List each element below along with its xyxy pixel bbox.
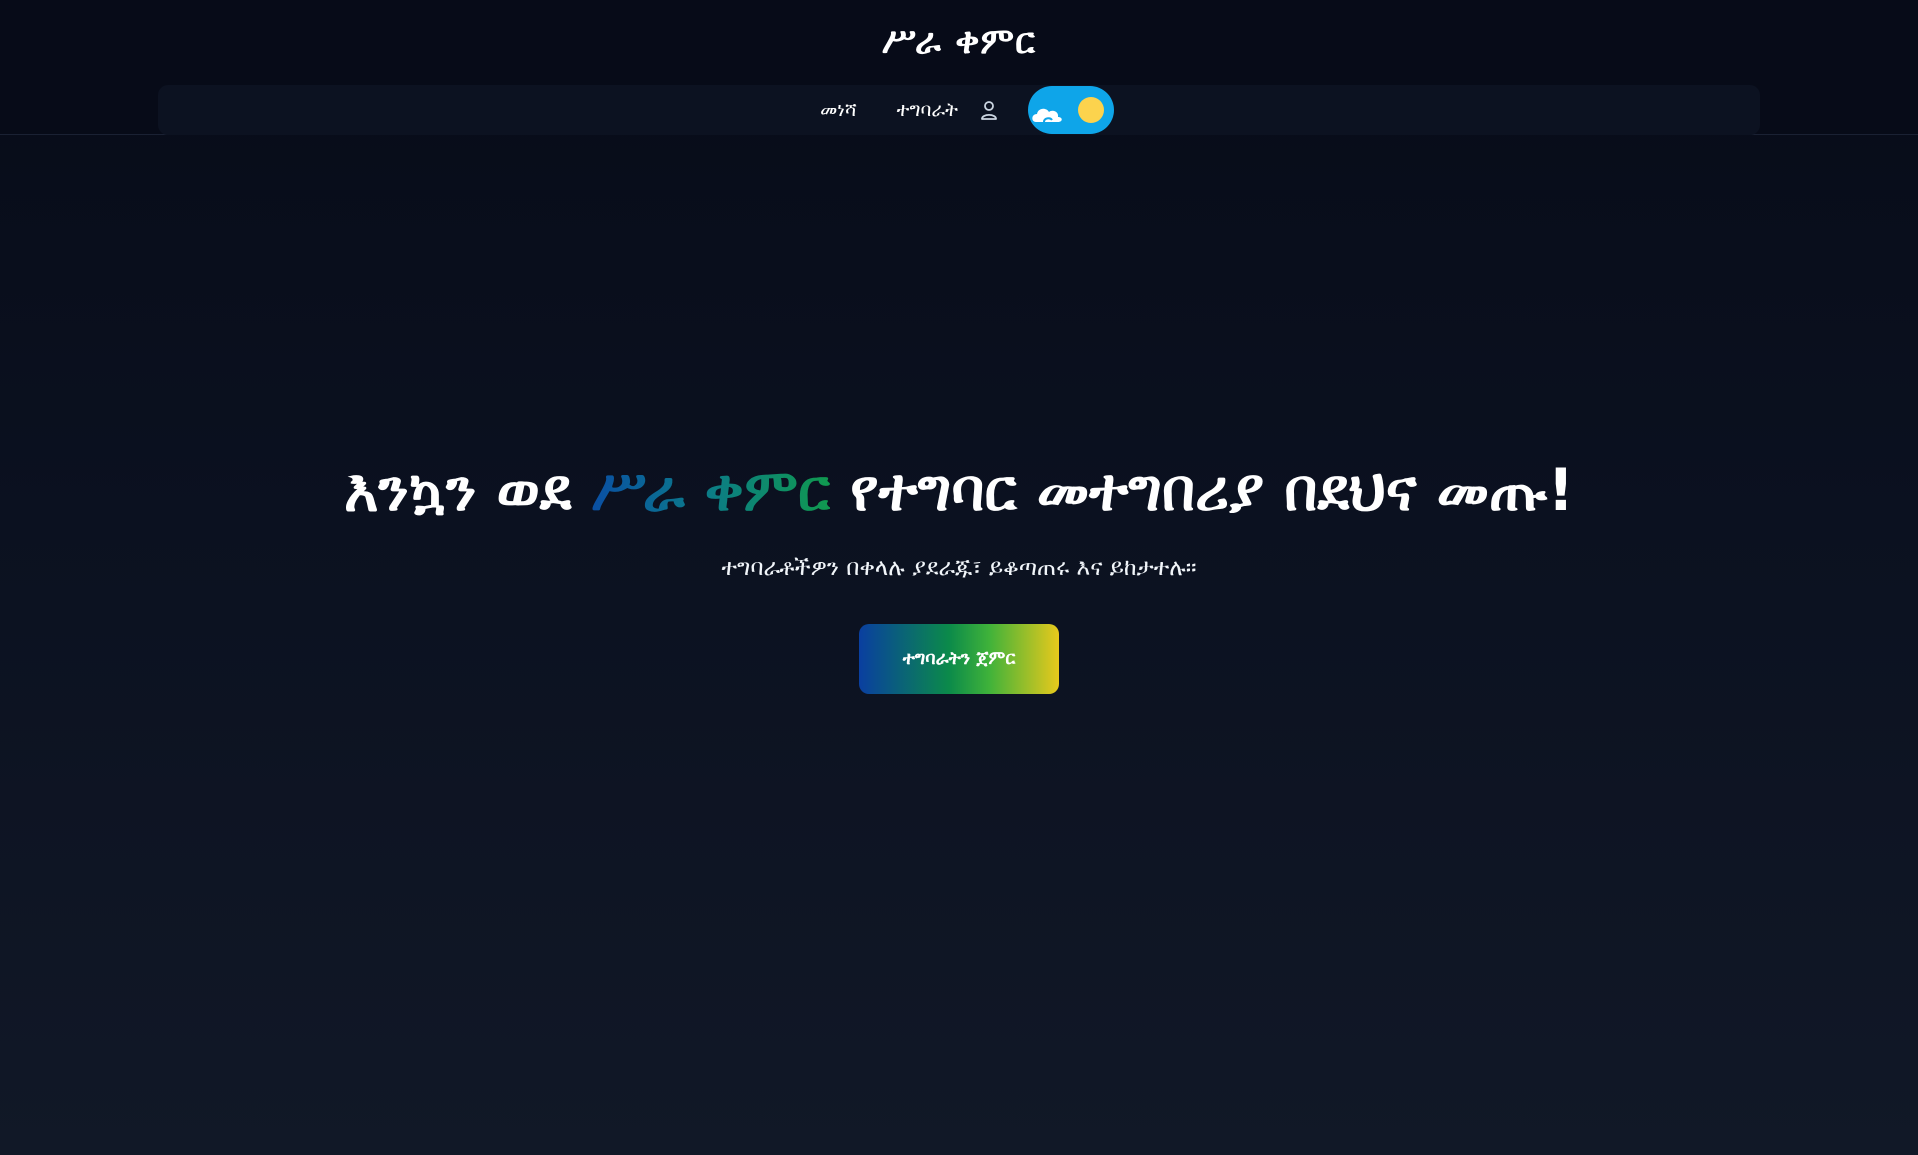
hero-title-brand: ሥራ ቀምር <box>591 456 830 524</box>
theme-toggle[interactable] <box>1027 86 1114 134</box>
nav-tasks-link[interactable]: ተግባራት <box>881 85 974 135</box>
site-header: ሥራ ቀምር መነሻ ተግባራት <box>0 0 1918 135</box>
user-icon[interactable] <box>978 99 1000 121</box>
start-tasks-button[interactable]: ተግባራትን ጀምር <box>859 624 1059 694</box>
hero-title: እንኳን ወደ ሥራ ቀምር የተግባር መተግበሪያ በደህና መጡ! <box>0 450 1918 530</box>
navbar: መነሻ ተግባራት <box>158 85 1760 135</box>
hero-section: እንኳን ወደ ሥራ ቀምር የተግባር መተግበሪያ በደህና መጡ! ተግባ… <box>0 450 1918 694</box>
hero-title-suffix: የተግባር መተግበሪያ በደህና መጡ! <box>850 456 1575 524</box>
hero-subtitle: ተግባራቶችዎን በቀላሉ ያደራጁ፣ ይቆጣጠሩ እና ይከታተሉ። <box>721 555 1197 581</box>
site-brand[interactable]: ሥራ ቀምር <box>0 18 1918 66</box>
hero-title-prefix: እንኳን ወደ <box>343 456 572 524</box>
nav-home-link[interactable]: መነሻ <box>804 85 873 135</box>
navbar-items: መነሻ ተግባራት <box>158 85 1760 135</box>
cloud-icon <box>1030 100 1066 126</box>
sun-icon <box>1077 97 1104 123</box>
